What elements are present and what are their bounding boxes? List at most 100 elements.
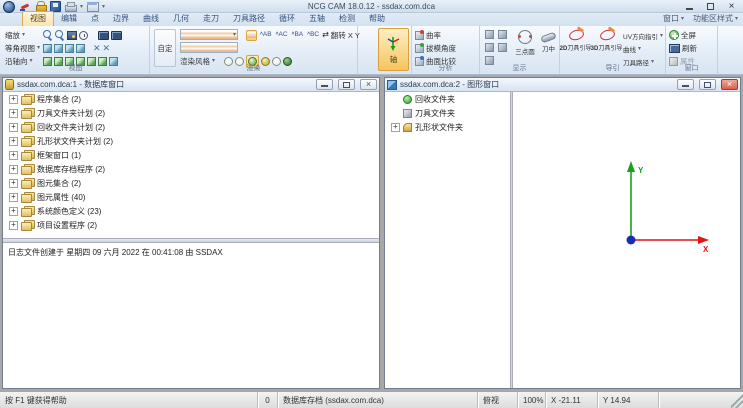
three-point-circle-button[interactable]: 三点圆 <box>512 27 538 56</box>
group-label-guide: 导引 <box>560 63 665 73</box>
custom-render-button[interactable]: 自定 <box>154 29 176 67</box>
expander-icon[interactable]: + <box>9 137 18 146</box>
tab-boundary[interactable]: 边界 <box>106 12 136 26</box>
zoom-dropdown[interactable]: 缩放▾ <box>5 30 41 41</box>
expander-icon[interactable]: + <box>9 95 18 104</box>
graphics-canvas[interactable]: Y X <box>513 92 740 388</box>
tree-row[interactable]: + 孔形状文件夹 <box>385 120 510 134</box>
qat-customize-caret-icon[interactable]: ▾ <box>102 4 105 10</box>
gfx-restore-button[interactable] <box>699 79 716 90</box>
view-ac-button[interactable]: ˄AC <box>275 32 289 39</box>
tab-help[interactable]: 帮助 <box>362 12 392 26</box>
full-screen-button[interactable]: 全屏 <box>681 30 696 41</box>
flip-xy-button[interactable]: 翻转 X Y <box>331 30 360 41</box>
tree-row[interactable]: + 框架窗口 (1) <box>3 148 379 162</box>
tab-cycle[interactable]: 循环 <box>272 12 302 26</box>
view-ba-button[interactable]: ˄BA <box>291 32 305 39</box>
print-dropdown-caret-icon[interactable]: ▾ <box>80 4 83 10</box>
expander-icon[interactable]: + <box>9 207 18 216</box>
db-restore-button[interactable] <box>338 79 355 90</box>
display-shade-icon[interactable] <box>485 30 494 39</box>
minimize-button[interactable] <box>679 0 700 13</box>
expander-icon[interactable]: + <box>391 123 400 132</box>
tab-curve[interactable]: 曲线 <box>136 12 166 26</box>
expander-icon[interactable]: + <box>9 179 18 188</box>
display-edges-icon[interactable] <box>485 43 494 52</box>
tree-row[interactable]: + 数据库存档程序 (2) <box>3 162 379 176</box>
db-minimize-button[interactable] <box>316 79 333 90</box>
iso-view-ne-icon[interactable] <box>43 44 52 53</box>
db-close-button[interactable]: × <box>360 79 377 90</box>
log-pane[interactable]: 日志文件创建于 星期四 09 六月 2022 在 00:41:08 由 SSDA… <box>3 243 379 388</box>
database-tree[interactable]: + 程序集合 (2) + 刀具文件夹计划 (2) + 回收文件夹计划 (2) <box>3 92 379 238</box>
axis-toggle-button[interactable]: 轴 <box>378 28 409 71</box>
tab-verify[interactable]: 检测 <box>332 12 362 26</box>
refresh-button[interactable]: 刷新 <box>682 43 697 54</box>
expander-icon[interactable]: + <box>9 123 18 132</box>
customize-window-icon[interactable] <box>87 1 98 12</box>
zoom-selected-icon[interactable] <box>67 31 77 40</box>
tab-toolpath[interactable]: 刀具路径 <box>226 12 272 26</box>
zoom-previous-icon[interactable] <box>79 31 88 40</box>
folder-pair-icon <box>21 220 34 230</box>
tool-guide-2d-icon <box>568 28 584 41</box>
tree-row[interactable]: + 图元属性 (40) <box>3 190 379 204</box>
iso-view-dropdown[interactable]: 等角视图▾ <box>5 43 41 54</box>
tree-row[interactable]: + 项目设置程序 (2) <box>3 218 379 232</box>
x-axis-arrow <box>698 236 709 244</box>
expander-icon[interactable]: + <box>9 221 18 230</box>
tree-row[interactable]: 回收文件夹 <box>385 92 510 106</box>
database-window-titlebar[interactable]: ssdax.com.dca:1 - 数据库窗口 × <box>3 78 379 92</box>
view-ab-button[interactable]: ˄AB <box>259 32 273 39</box>
tab-5axis[interactable]: 五轴 <box>302 12 332 26</box>
view-bc-button[interactable]: ˄BC <box>306 32 320 39</box>
expander-icon[interactable]: + <box>9 193 18 202</box>
graphics-window-titlebar[interactable]: ssdax.com.dca:2 - 图形窗口 × <box>385 78 740 92</box>
tab-point[interactable]: 点 <box>84 12 106 26</box>
iso-view-nw-icon[interactable] <box>54 44 63 53</box>
display-cursor-icon[interactable] <box>498 43 507 52</box>
gfx-close-button[interactable]: × <box>721 79 738 90</box>
curvature-button[interactable]: 曲率 <box>426 30 441 41</box>
expander-icon[interactable]: + <box>9 151 18 160</box>
close-button[interactable]: × <box>721 0 742 13</box>
ribbon-style-menu[interactable]: 功能区样式▾ <box>693 13 738 24</box>
tree-row[interactable]: + 程序集合 (2) <box>3 92 379 106</box>
view-monitor-alt-icon[interactable] <box>111 31 122 40</box>
iso-view-se-icon[interactable] <box>65 44 74 53</box>
iso-view-sw-icon[interactable] <box>76 44 85 53</box>
background-style-preview[interactable] <box>180 42 238 53</box>
tab-geometry[interactable]: 几何 <box>166 12 196 26</box>
draft-angle-button[interactable]: 拔模角度 <box>426 43 456 54</box>
expander-icon[interactable]: + <box>9 165 18 174</box>
window-menu[interactable]: 窗口▾ <box>663 13 684 24</box>
view-monitor-icon[interactable] <box>98 31 109 40</box>
background-style-dropdown[interactable]: ▾ <box>180 29 238 40</box>
tree-row[interactable]: + 系统颜色定义 (23) <box>3 204 379 218</box>
app-menu-button[interactable] <box>3 1 15 13</box>
zoom-extents-all-icon[interactable]: ✕ <box>103 44 111 53</box>
curve-guide-dropdown[interactable]: 曲线▾ <box>623 44 641 54</box>
tree-row[interactable]: + 孔形状文件夹计划 (2) <box>3 134 379 148</box>
zoom-in-icon[interactable] <box>43 30 53 40</box>
gfx-minimize-button[interactable] <box>677 79 694 90</box>
tree-row[interactable]: 刀具文件夹 <box>385 106 510 120</box>
display-normals-icon[interactable] <box>498 30 507 39</box>
active-background-chip[interactable] <box>246 30 257 41</box>
tree-row[interactable]: + 图元集合 (2) <box>3 176 379 190</box>
tree-row[interactable]: + 刀具文件夹计划 (2) <box>3 106 379 120</box>
resize-grip[interactable] <box>731 392 743 408</box>
tab-view[interactable]: 视图 <box>22 11 54 26</box>
expander-icon[interactable]: + <box>9 109 18 118</box>
uv-direction-guide-dropdown[interactable]: UV方向指引▾ <box>623 31 663 41</box>
folder-pair-icon <box>21 108 34 118</box>
maximize-button[interactable] <box>700 0 721 13</box>
tool-center-button[interactable]: 刀中 <box>538 27 559 53</box>
zoom-extents-icon[interactable]: ✕ <box>93 44 101 53</box>
zoom-out-icon[interactable] <box>55 30 65 40</box>
tab-edit[interactable]: 编辑 <box>54 12 84 26</box>
graphics-tree[interactable]: 回收文件夹 刀具文件夹 + 孔形状文件夹 <box>385 92 510 388</box>
print-icon[interactable] <box>65 1 76 12</box>
tab-passes[interactable]: 走刀 <box>196 12 226 26</box>
tree-row[interactable]: + 回收文件夹计划 (2) <box>3 120 379 134</box>
